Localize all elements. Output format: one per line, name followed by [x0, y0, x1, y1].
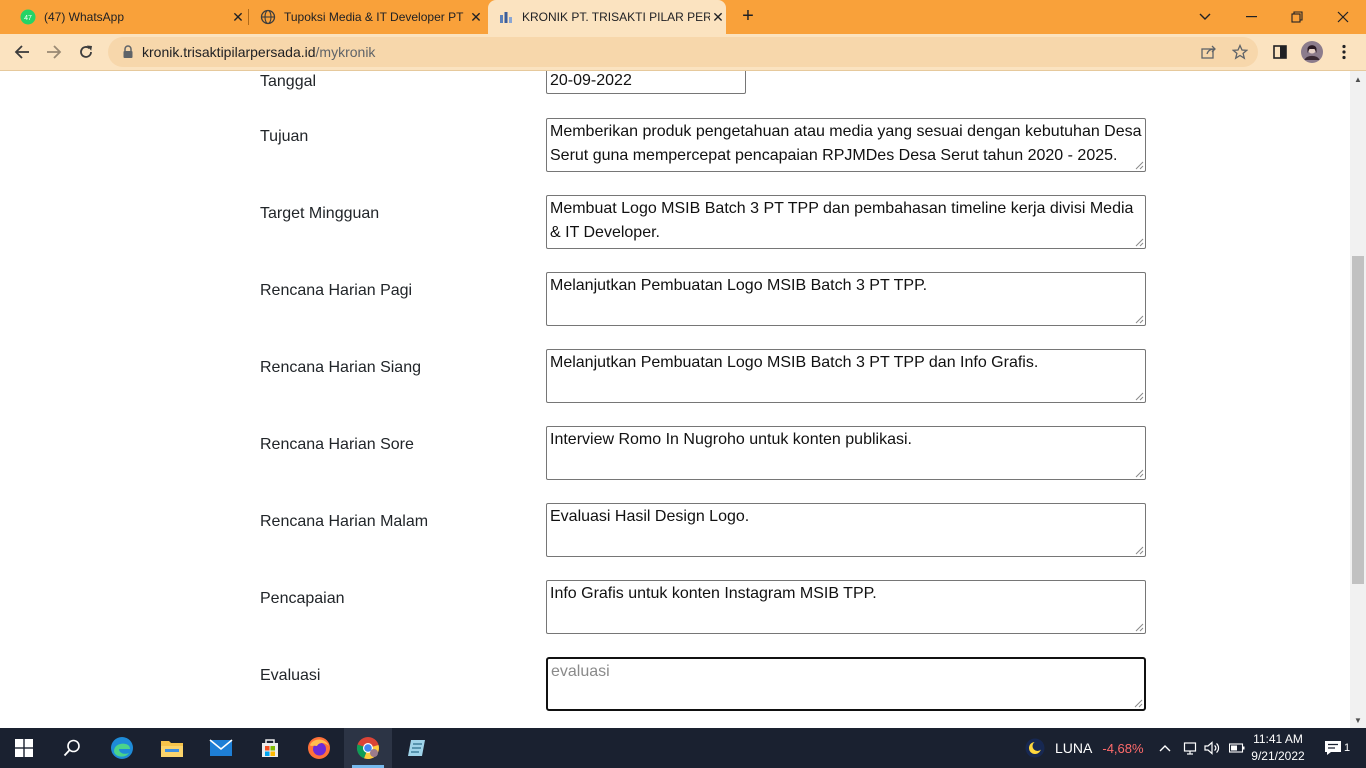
field-label: Pencapaian: [260, 590, 345, 607]
volume-icon[interactable]: [1203, 728, 1221, 768]
tab-separator: [248, 9, 249, 25]
close-tab-icon[interactable]: ✕: [710, 9, 726, 25]
ticker-name: LUNA: [1055, 740, 1093, 756]
tab-title: KRONIK PT. TRISAKTI PILAR PERSA: [522, 10, 710, 24]
tab-title: (47) WhatsApp: [44, 10, 125, 24]
field-value: Melanjutkan Pembuatan Logo MSIB Batch 3 …: [550, 354, 1039, 371]
menu-kebab-icon[interactable]: [1330, 38, 1358, 66]
rencana-malam-textarea[interactable]: Evaluasi Hasil Design Logo.: [546, 503, 1146, 557]
edge-icon[interactable]: [98, 728, 146, 768]
page-scrollbar[interactable]: ▲ ▼: [1350, 71, 1366, 728]
url-path: /mykronik: [315, 44, 376, 60]
globe-icon: [260, 9, 276, 25]
restore-button[interactable]: [1274, 0, 1320, 34]
close-tab-icon[interactable]: ✕: [468, 9, 484, 25]
resize-grip-icon[interactable]: [1135, 238, 1144, 247]
chrome-icon[interactable]: [344, 728, 392, 768]
notepad-icon[interactable]: [393, 728, 441, 768]
back-arrow-icon[interactable]: [8, 38, 36, 66]
search-icon[interactable]: [48, 728, 96, 768]
pencapaian-textarea[interactable]: Info Grafis untuk konten Instagram MSIB …: [546, 580, 1146, 634]
share-icon[interactable]: [1198, 41, 1220, 63]
scroll-up-arrow-icon[interactable]: ▲: [1350, 71, 1366, 87]
rencana-siang-textarea[interactable]: Melanjutkan Pembuatan Logo MSIB Batch 3 …: [546, 349, 1146, 403]
field-label: Rencana Harian Siang: [260, 359, 421, 376]
network-icon[interactable]: [1181, 728, 1199, 768]
rencana-pagi-textarea[interactable]: Melanjutkan Pembuatan Logo MSIB Batch 3 …: [546, 272, 1146, 326]
forward-arrow-icon[interactable]: [40, 38, 68, 66]
bookmark-star-icon[interactable]: [1229, 41, 1251, 63]
close-tab-icon[interactable]: ✕: [230, 9, 246, 25]
field-value: Membuat Logo MSIB Batch 3 PT TPP dan pem…: [550, 200, 1134, 241]
resize-grip-icon[interactable]: [1135, 392, 1144, 401]
stock-ticker-widget[interactable]: LUNA -4,68%: [1025, 728, 1144, 768]
rencana-sore-textarea[interactable]: Interview Romo In Nugroho untuk konten p…: [546, 426, 1146, 480]
resize-grip-icon[interactable]: [1135, 315, 1144, 324]
system-clock[interactable]: 11:41 AM 9/21/2022: [1248, 731, 1308, 765]
file-explorer-icon[interactable]: [148, 728, 196, 768]
field-value: Melanjutkan Pembuatan Logo MSIB Batch 3 …: [550, 277, 928, 294]
resize-grip-icon[interactable]: [1135, 469, 1144, 478]
minimize-button[interactable]: [1228, 0, 1274, 34]
field-value: Memberikan produk pengetahuan atau media…: [550, 123, 1142, 164]
field-value: Info Grafis untuk konten Instagram MSIB …: [550, 585, 877, 602]
evaluasi-textarea[interactable]: evaluasi: [546, 657, 1146, 711]
tab-whatsapp[interactable]: 47 (47) WhatsApp ✕: [12, 0, 246, 34]
tab-title: Tupoksi Media & IT Developer PT: [284, 10, 464, 24]
field-placeholder: evaluasi: [551, 663, 610, 680]
tab-search-icon[interactable]: [1182, 0, 1228, 34]
scroll-down-arrow-icon[interactable]: ▼: [1350, 712, 1366, 728]
whatsapp-icon: 47: [20, 9, 36, 25]
clock-date: 9/21/2022: [1251, 749, 1305, 763]
site-favicon-icon: [498, 9, 514, 25]
field-value: 20-09-2022: [550, 72, 632, 89]
url-domain: kronik.trisaktipilarpersada.id: [142, 44, 316, 60]
tab-kronik[interactable]: KRONIK PT. TRISAKTI PILAR PERSA ✕: [488, 0, 726, 34]
microsoft-store-icon[interactable]: [246, 728, 294, 768]
resize-grip-icon[interactable]: [1134, 699, 1143, 708]
browser-tab-strip: 47 (47) WhatsApp ✕ Tupoksi Media & IT De…: [0, 0, 1366, 34]
field-value: Evaluasi Hasil Design Logo.: [550, 508, 750, 525]
field-label: Evaluasi: [260, 667, 321, 684]
url-text[interactable]: kronik.trisaktipilarpersada.id/mykronik: [142, 44, 375, 60]
show-hidden-icons-chevron-icon[interactable]: [1156, 728, 1174, 768]
resize-grip-icon[interactable]: [1135, 546, 1144, 555]
ticker-change: -4,68%: [1102, 740, 1144, 756]
clock-time: 11:41 AM: [1253, 732, 1303, 746]
address-bar[interactable]: kronik.trisaktipilarpersada.id/mykronik: [108, 37, 1258, 67]
close-window-button[interactable]: [1320, 0, 1366, 34]
page-content: Tanggal 20-09-2022 Tujuan Memberikan pro…: [0, 71, 1350, 728]
resize-grip-icon[interactable]: [1135, 623, 1144, 632]
field-label: Tujuan: [260, 128, 309, 145]
profile-avatar[interactable]: [1298, 38, 1326, 66]
target-mingguan-textarea[interactable]: Membuat Logo MSIB Batch 3 PT TPP dan pem…: [546, 195, 1146, 249]
field-label: Rencana Harian Sore: [260, 436, 414, 453]
field-label: Rencana Harian Malam: [260, 513, 429, 530]
side-panel-icon[interactable]: [1266, 38, 1294, 66]
browser-toolbar: kronik.trisaktipilarpersada.id/mykronik: [0, 34, 1366, 71]
scroll-thumb[interactable]: [1352, 256, 1364, 584]
tab-whatsapp-badge: 47: [24, 15, 32, 22]
mail-icon[interactable]: [197, 728, 245, 768]
windows-start-icon[interactable]: [0, 728, 48, 768]
lock-icon[interactable]: [120, 44, 136, 60]
reload-icon[interactable]: [72, 38, 100, 66]
tab-tupoksi[interactable]: Tupoksi Media & IT Developer PT ✕: [252, 0, 484, 34]
field-label: Target Mingguan: [260, 205, 380, 222]
field-value: Interview Romo In Nugroho untuk konten p…: [550, 431, 912, 448]
battery-icon[interactable]: [1228, 728, 1246, 768]
field-label: Rencana Harian Pagi: [260, 282, 413, 299]
date-input[interactable]: 20-09-2022: [546, 71, 746, 94]
resize-grip-icon[interactable]: [1135, 161, 1144, 170]
new-tab-button[interactable]: +: [737, 5, 759, 27]
field-label: Tanggal: [260, 73, 317, 90]
notification-center-icon[interactable]: 1: [1322, 728, 1352, 768]
notification-count-badge: 1: [1343, 742, 1351, 754]
windows-taskbar: LUNA -4,68% 11:41 AM 9/21/2022 1: [0, 728, 1366, 768]
firefox-icon[interactable]: [295, 728, 343, 768]
luna-coin-icon: [1025, 738, 1045, 758]
tujuan-textarea[interactable]: Memberikan produk pengetahuan atau media…: [546, 118, 1146, 172]
